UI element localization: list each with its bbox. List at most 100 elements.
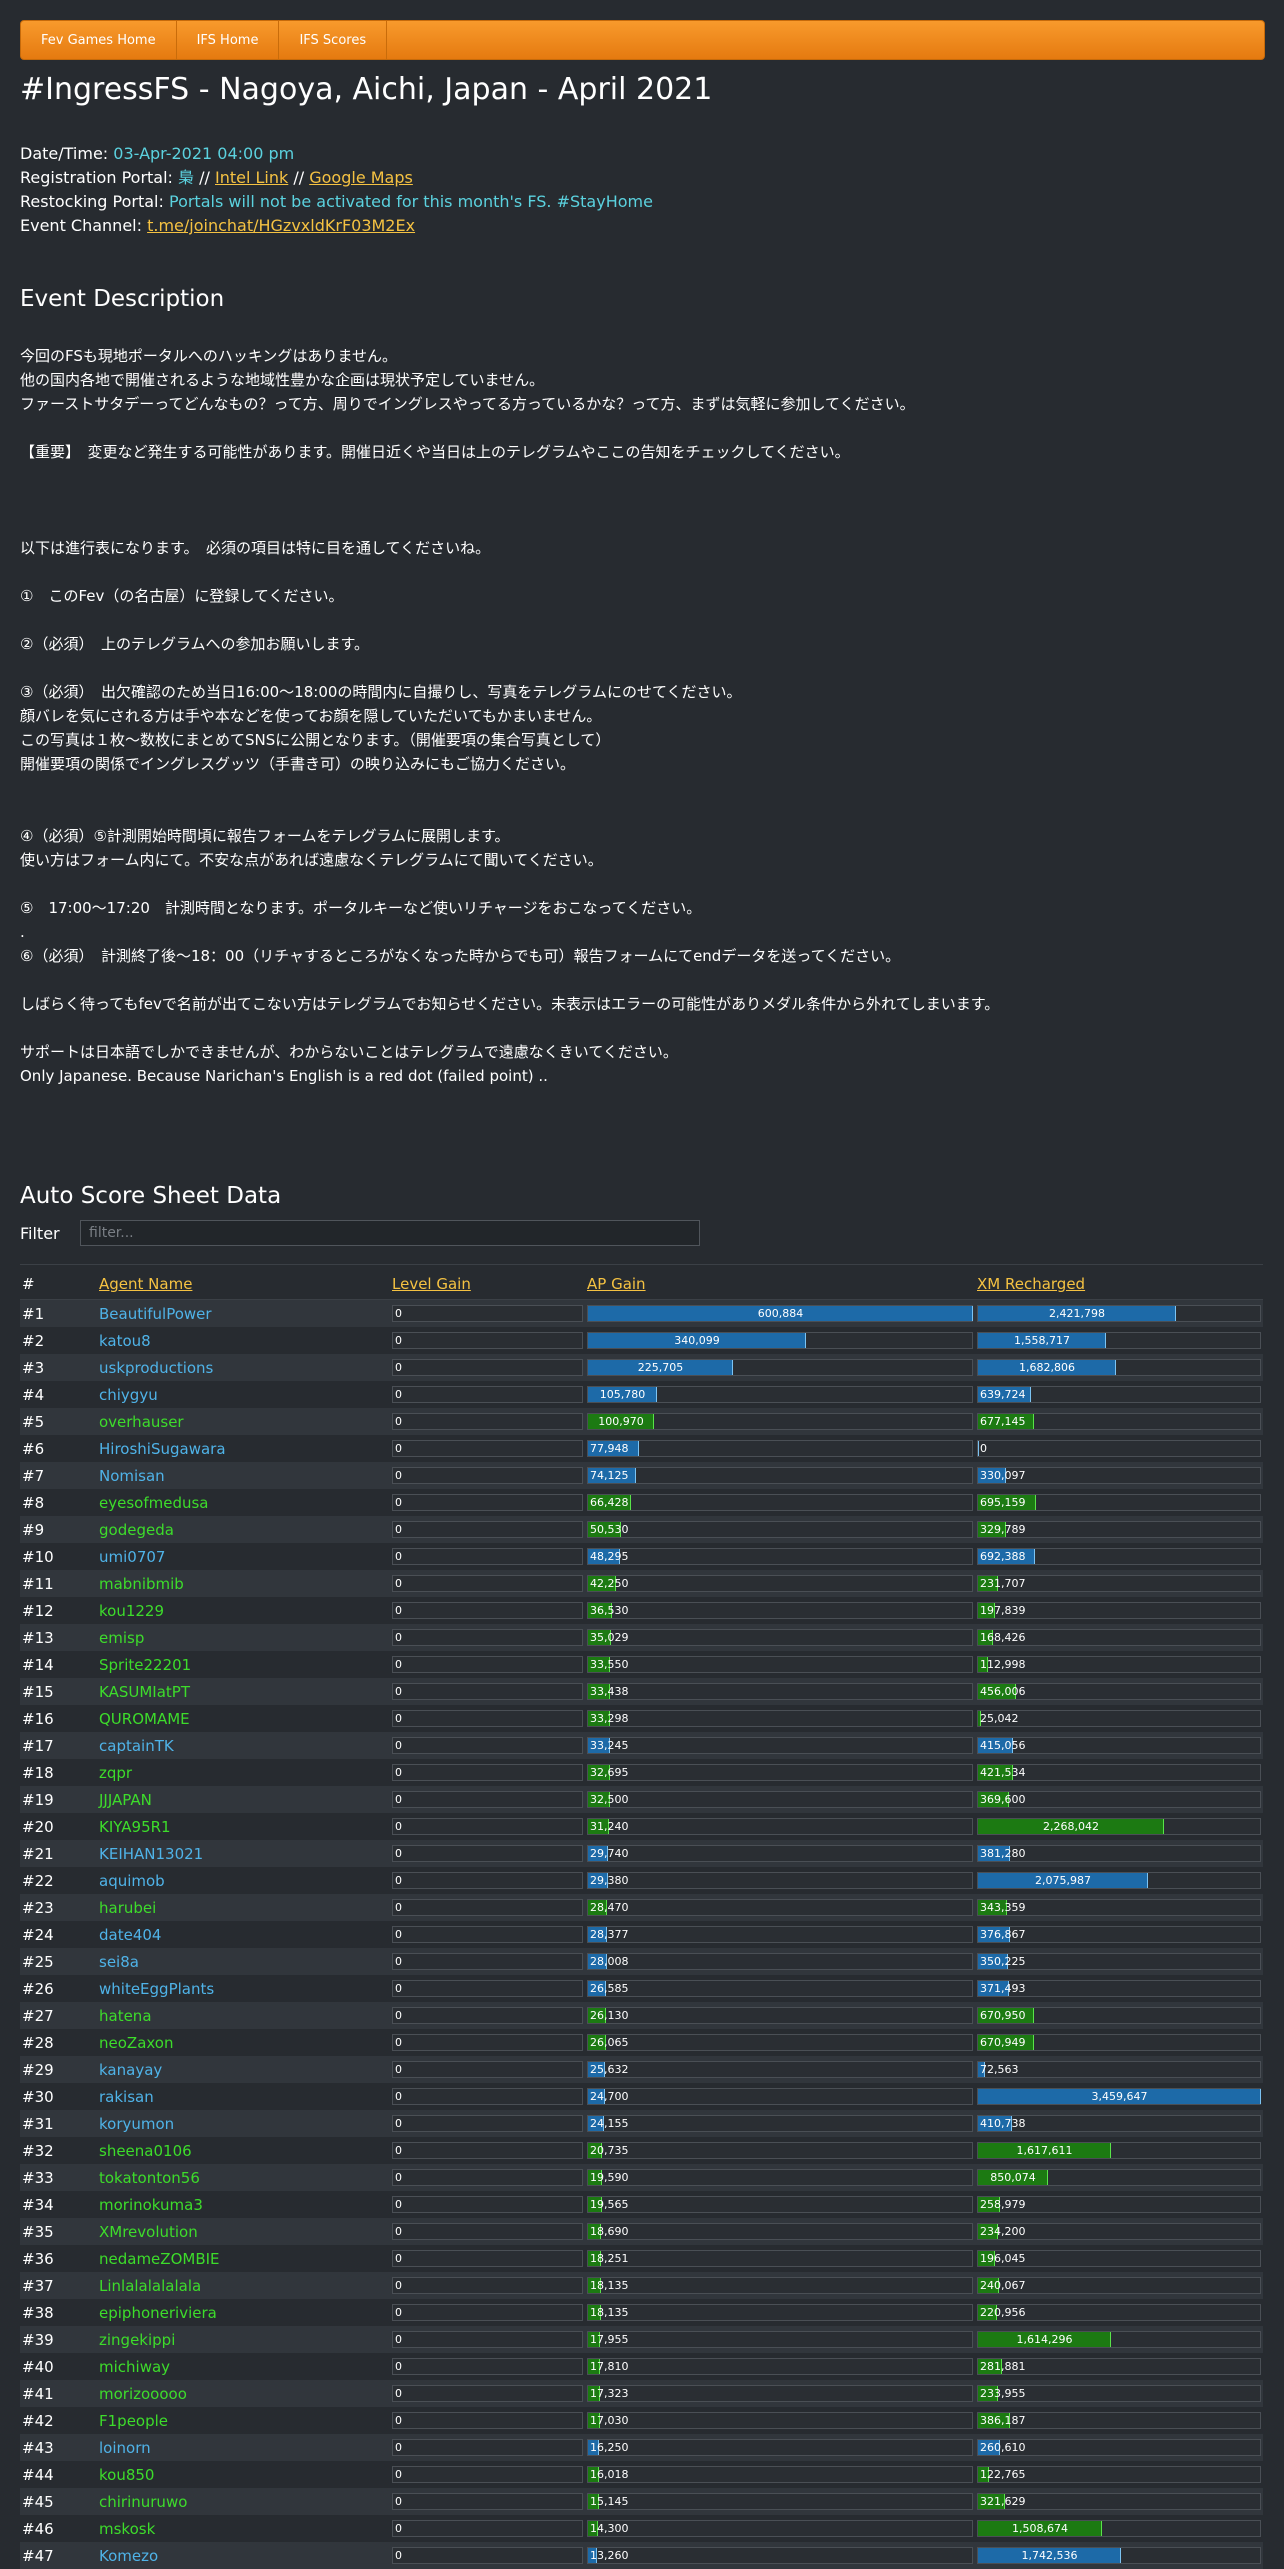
agent-name-cell: aquimob	[97, 1867, 390, 1894]
xm-recharged-cell: 1,558,717	[975, 1327, 1263, 1354]
xm-recharged-value: 410,738	[980, 2116, 1026, 2131]
ap-gain-value: 16,018	[590, 2467, 629, 2482]
xm-recharged-value: 415,056	[980, 1738, 1026, 1753]
level-gain-cell: 0	[390, 2164, 585, 2191]
table-row: #10umi0707048,295692,388	[20, 1543, 1263, 1570]
level-gain-bar: 0	[392, 1494, 583, 1511]
xm-recharged-bar: 677,145	[977, 1413, 1261, 1430]
level-gain-bar: 0	[392, 2277, 583, 2294]
level-gain-value: 0	[395, 1738, 402, 1753]
xm-recharged-bar: 25,042	[977, 1710, 1261, 1727]
level-gain-value: 0	[395, 2143, 402, 2158]
ap-gain-cell: 340,099	[585, 1327, 975, 1354]
xm-recharged-cell: 386,187	[975, 2407, 1263, 2434]
level-gain-cell: 0	[390, 2407, 585, 2434]
xm-recharged-cell: 329,789	[975, 1516, 1263, 1543]
agent-name-cell: whiteEggPlants	[97, 1975, 390, 2002]
level-gain-value: 0	[395, 1657, 402, 1672]
agent-name: mabnibmib	[99, 1575, 184, 1593]
xm-recharged-cell: 1,508,674	[975, 2515, 1263, 2542]
ap-gain-value: 26,065	[590, 2035, 629, 2050]
level-gain-bar: 0	[392, 1899, 583, 1916]
xm-recharged-value: 281,881	[980, 2359, 1026, 2374]
xm-recharged-bar: 122,765	[977, 2466, 1261, 2483]
level-gain-bar: 0	[392, 1845, 583, 1862]
ap-gain-bar: 48,295	[587, 1548, 973, 1565]
agent-name-cell: QUROMAME	[97, 1705, 390, 1732]
level-gain-bar: 0	[392, 1467, 583, 1484]
level-gain-value: 0	[395, 2197, 402, 2212]
agent-name: KEIHAN13021	[99, 1845, 203, 1863]
table-row: #37Linlalalalalala018,135240,067	[20, 2272, 1263, 2299]
restocking-label: Restocking Portal:	[20, 192, 164, 211]
intel-link[interactable]: Intel Link	[215, 168, 288, 187]
level-gain-value: 0	[395, 1630, 402, 1645]
agent-name-cell: morizooooo	[97, 2380, 390, 2407]
level-gain-value: 0	[395, 1765, 402, 1780]
nav-ifs-home[interactable]: IFS Home	[177, 21, 280, 59]
rank-cell: #15	[20, 1678, 97, 1705]
filter-input[interactable]	[80, 1220, 700, 1246]
ap-gain-bar: 35,029	[587, 1629, 973, 1646]
table-row: #13emisp035,029168,426	[20, 1624, 1263, 1651]
separator: //	[194, 168, 215, 187]
ap-gain-bar: 29,380	[587, 1872, 973, 1889]
level-gain-bar: 0	[392, 2061, 583, 2078]
level-gain-cell: 0	[390, 2542, 585, 2569]
xm-recharged-cell: 234,200	[975, 2218, 1263, 2245]
agent-name-cell: mskosk	[97, 2515, 390, 2542]
table-row: #44kou850016,018122,765	[20, 2461, 1263, 2488]
xm-recharged-cell: 3,459,647	[975, 2083, 1263, 2110]
xm-recharged-value: 371,493	[980, 1981, 1026, 1996]
level-gain-bar: 0	[392, 1683, 583, 1700]
sort-agent-name[interactable]: Agent Name	[99, 1275, 192, 1293]
sort-level-gain[interactable]: Level Gain	[392, 1275, 471, 1293]
ap-gain-value: 66,428	[590, 1495, 629, 1510]
separator: //	[288, 168, 309, 187]
sort-xm-recharged[interactable]: XM Recharged	[977, 1275, 1085, 1293]
ap-gain-cell: 24,700	[585, 2083, 975, 2110]
xm-recharged-value: 456,006	[980, 1684, 1026, 1699]
ap-gain-cell: 28,377	[585, 1921, 975, 1948]
agent-name-cell: sei8a	[97, 1948, 390, 1975]
level-gain-value: 0	[395, 1927, 402, 1942]
level-gain-value: 0	[395, 2008, 402, 2023]
ap-gain-cell: 18,135	[585, 2299, 975, 2326]
google-maps-link[interactable]: Google Maps	[309, 168, 413, 187]
level-gain-bar: 0	[392, 1413, 583, 1430]
nav-ifs-scores[interactable]: IFS Scores	[279, 21, 387, 59]
sort-ap-gain[interactable]: AP Gain	[587, 1275, 646, 1293]
level-gain-bar: 0	[392, 1602, 583, 1619]
rank-cell: #26	[20, 1975, 97, 2002]
table-row: #21KEIHAN13021029,740381,280	[20, 1840, 1263, 1867]
event-channel-link[interactable]: t.me/joinchat/HGzvxldKrF03M2Ex	[147, 216, 415, 235]
level-gain-value: 0	[395, 2386, 402, 2401]
level-gain-cell: 0	[390, 1462, 585, 1489]
agent-name-cell: loinorn	[97, 2434, 390, 2461]
channel-row: Event Channel: t.me/joinchat/HGzvxldKrF0…	[20, 214, 653, 238]
table-row: #30rakisan024,7003,459,647	[20, 2083, 1263, 2110]
rank-cell: #32	[20, 2137, 97, 2164]
ap-gain-bar: 66,428	[587, 1494, 973, 1511]
ap-gain-cell: 50,530	[585, 1516, 975, 1543]
xm-recharged-cell: 168,426	[975, 1624, 1263, 1651]
agent-name: KASUMIatPT	[99, 1683, 190, 1701]
table-row: #15KASUMIatPT033,438456,006	[20, 1678, 1263, 1705]
auto-score-heading: Auto Score Sheet Data	[20, 1183, 281, 1209]
ap-gain-value: 25,632	[590, 2062, 629, 2077]
nav-fev-games-home[interactable]: Fev Games Home	[21, 21, 177, 59]
ap-gain-value: 17,955	[590, 2332, 629, 2347]
agent-name-cell: Sprite22201	[97, 1651, 390, 1678]
agent-name-cell: rakisan	[97, 2083, 390, 2110]
ap-gain-cell: 17,955	[585, 2326, 975, 2353]
xm-recharged-bar: 1,508,674	[977, 2520, 1261, 2537]
xm-recharged-cell: 350,225	[975, 1948, 1263, 1975]
table-row: #2katou80340,0991,558,717	[20, 1327, 1263, 1354]
ap-gain-value: 16,250	[590, 2440, 629, 2455]
level-gain-value: 0	[395, 1900, 402, 1915]
agent-name: eyesofmedusa	[99, 1494, 208, 1512]
agent-name: zqpr	[99, 1764, 132, 1782]
level-gain-value: 0	[395, 2035, 402, 2050]
level-gain-cell: 0	[390, 2002, 585, 2029]
xm-recharged-bar: 386,187	[977, 2412, 1261, 2429]
